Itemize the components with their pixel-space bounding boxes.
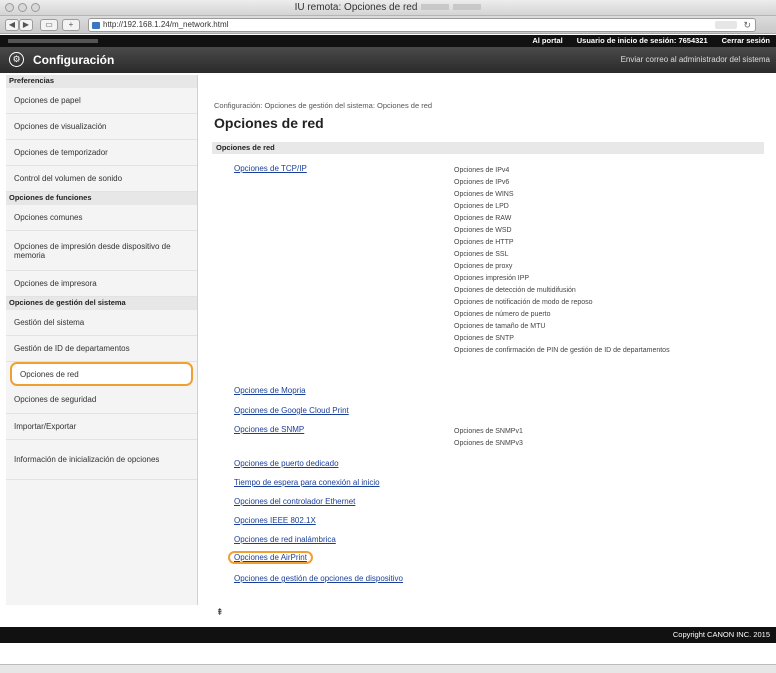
reload-icon[interactable]: ↻ [743, 19, 751, 31]
device-name-redacted [8, 39, 98, 43]
sidebar-item-security[interactable]: Opciones de seguridad [6, 386, 197, 414]
link-ethernet-driver[interactable]: Opciones del controlador Ethernet [234, 497, 355, 506]
browser-toolbar: ◀ ▶ ▭ + http://192.168.1.24/m_network.ht… [0, 16, 776, 34]
sidebar-item-volume[interactable]: Control del volumen de sonido [6, 166, 197, 192]
login-user-label: Usuario de inicio de sesión: 7654321 [576, 36, 708, 45]
tcpip-subitem: Opciones de HTTP [454, 239, 514, 246]
sidebar-item-timer[interactable]: Opciones de temporizador [6, 140, 197, 166]
snmp-subitem: Opciones de SNMPv1 [454, 428, 523, 435]
mail-admin-link[interactable]: Enviar correo al administrador del siste… [621, 55, 770, 64]
main-content: Configuración: Opciones de gestión del s… [206, 75, 768, 620]
tcpip-subitem: Opciones de número de puerto [454, 311, 551, 318]
tcpip-subitem: Opciones de confirmación de PIN de gesti… [454, 347, 670, 354]
link-google-cloud-print[interactable]: Opciones de Google Cloud Print [234, 406, 349, 415]
tcpip-subitem: Opciones de LPD [454, 203, 509, 210]
link-mopria[interactable]: Opciones de Mopria [234, 386, 306, 395]
link-wireless[interactable]: Opciones de red inalámbrica [234, 535, 336, 544]
sidebar-item-memory-print[interactable]: Opciones de impresión desde dispositivo … [6, 231, 197, 271]
window-title: IU remota: Opciones de red [294, 2, 418, 13]
tcpip-subitem: Opciones de WINS [454, 191, 514, 198]
link-ieee8021x[interactable]: Opciones IEEE 802.1X [234, 516, 316, 525]
link-airprint[interactable]: Opciones de AirPrint [228, 551, 313, 564]
url-text: http://192.168.1.24/m_network.html [103, 20, 229, 29]
sidebar-section-system: Opciones de gestión del sistema [6, 297, 197, 310]
forward-button[interactable]: ▶ [19, 19, 33, 31]
window-title-area: IU remota: Opciones de red [0, 2, 776, 13]
logout-link[interactable]: Cerrar sesión [722, 35, 770, 47]
sidebar-item-common[interactable]: Opciones comunes [6, 205, 197, 231]
link-snmp[interactable]: Opciones de SNMP [234, 425, 304, 434]
tcpip-subitem: Opciones de proxy [454, 263, 513, 270]
section-header: Opciones de red [212, 142, 764, 154]
sidebar-item-network[interactable]: Opciones de red [10, 362, 193, 386]
breadcrumb: Configuración: Opciones de gestión del s… [214, 101, 433, 110]
tcpip-subitem: Opciones de WSD [454, 227, 512, 234]
sidebar-item-import-export[interactable]: Importar/Exportar [6, 414, 197, 440]
sidebar-item-display[interactable]: Opciones de visualización [6, 114, 197, 140]
tcpip-subitem: Opciones de IPv4 [454, 167, 510, 174]
app-header: ⚙ Configuración Enviar correo al adminis… [0, 47, 776, 73]
redacted-text [421, 4, 450, 11]
sidebar-section-functions: Opciones de funciones [6, 192, 197, 205]
link-device-settings-mgmt[interactable]: Opciones de gestión de opciones de dispo… [234, 574, 403, 583]
portal-link[interactable]: Al portal [532, 35, 562, 47]
sidebar-item-init[interactable]: Información de inicialización de opcione… [6, 440, 197, 480]
tcpip-subitem: Opciones de notificación de modo de repo… [454, 299, 593, 306]
link-startup-wait[interactable]: Tiempo de espera para conexión al inicio [234, 478, 380, 487]
app-title: Configuración [33, 53, 115, 67]
link-dedicated-port[interactable]: Opciones de puerto dedicado [234, 459, 339, 468]
back-button[interactable]: ◀ [5, 19, 19, 31]
browser-status-bar [0, 664, 776, 673]
link-tcpip[interactable]: Opciones de TCP/IP [234, 164, 307, 173]
page-title: Opciones de red [214, 115, 324, 131]
tcpip-subitem: Opciones de SSL [454, 251, 509, 258]
bookmarks-button[interactable]: ▭ [40, 19, 58, 31]
site-icon [92, 22, 100, 29]
reader-button[interactable] [715, 21, 737, 29]
tcpip-subitem: Opciones impresión IPP [454, 275, 530, 282]
new-tab-button[interactable]: + [62, 19, 80, 31]
snmp-subitem: Opciones de SNMPv3 [454, 440, 523, 447]
sidebar-item-paper[interactable]: Opciones de papel [6, 88, 197, 114]
tcpip-subitem: Opciones de SNTP [454, 335, 514, 342]
sidebar-item-department-id[interactable]: Gestión de ID de departamentos [6, 336, 197, 362]
redacted-text [453, 4, 482, 11]
window-titlebar: IU remota: Opciones de red [0, 0, 776, 16]
url-bar[interactable]: http://192.168.1.24/m_network.html ↻ [88, 18, 756, 32]
top-strip: Al portal Usuario de inicio de sesión: 7… [0, 35, 776, 47]
sidebar-item-printer[interactable]: Opciones de impresora [6, 271, 197, 297]
tcpip-subitem: Opciones de tamaño de MTU [454, 323, 546, 330]
sidebar-section-preferences: Preferencias [6, 75, 197, 88]
tcpip-subitem: Opciones de IPv6 [454, 179, 510, 186]
sidebar: Preferencias Opciones de papel Opciones … [6, 75, 198, 605]
sidebar-item-system-management[interactable]: Gestión del sistema [6, 310, 197, 336]
settings-logo-icon: ⚙ [9, 52, 24, 67]
top-links: Al portal Usuario de inicio de sesión: 7… [532, 35, 770, 47]
back-to-top-icon[interactable]: ⇞ [216, 607, 224, 618]
footer: Copyright CANON INC. 2015 [0, 627, 776, 643]
tcpip-subitem: Opciones de detección de multidifusión [454, 287, 576, 294]
tcpip-subitem: Opciones de RAW [454, 215, 512, 222]
